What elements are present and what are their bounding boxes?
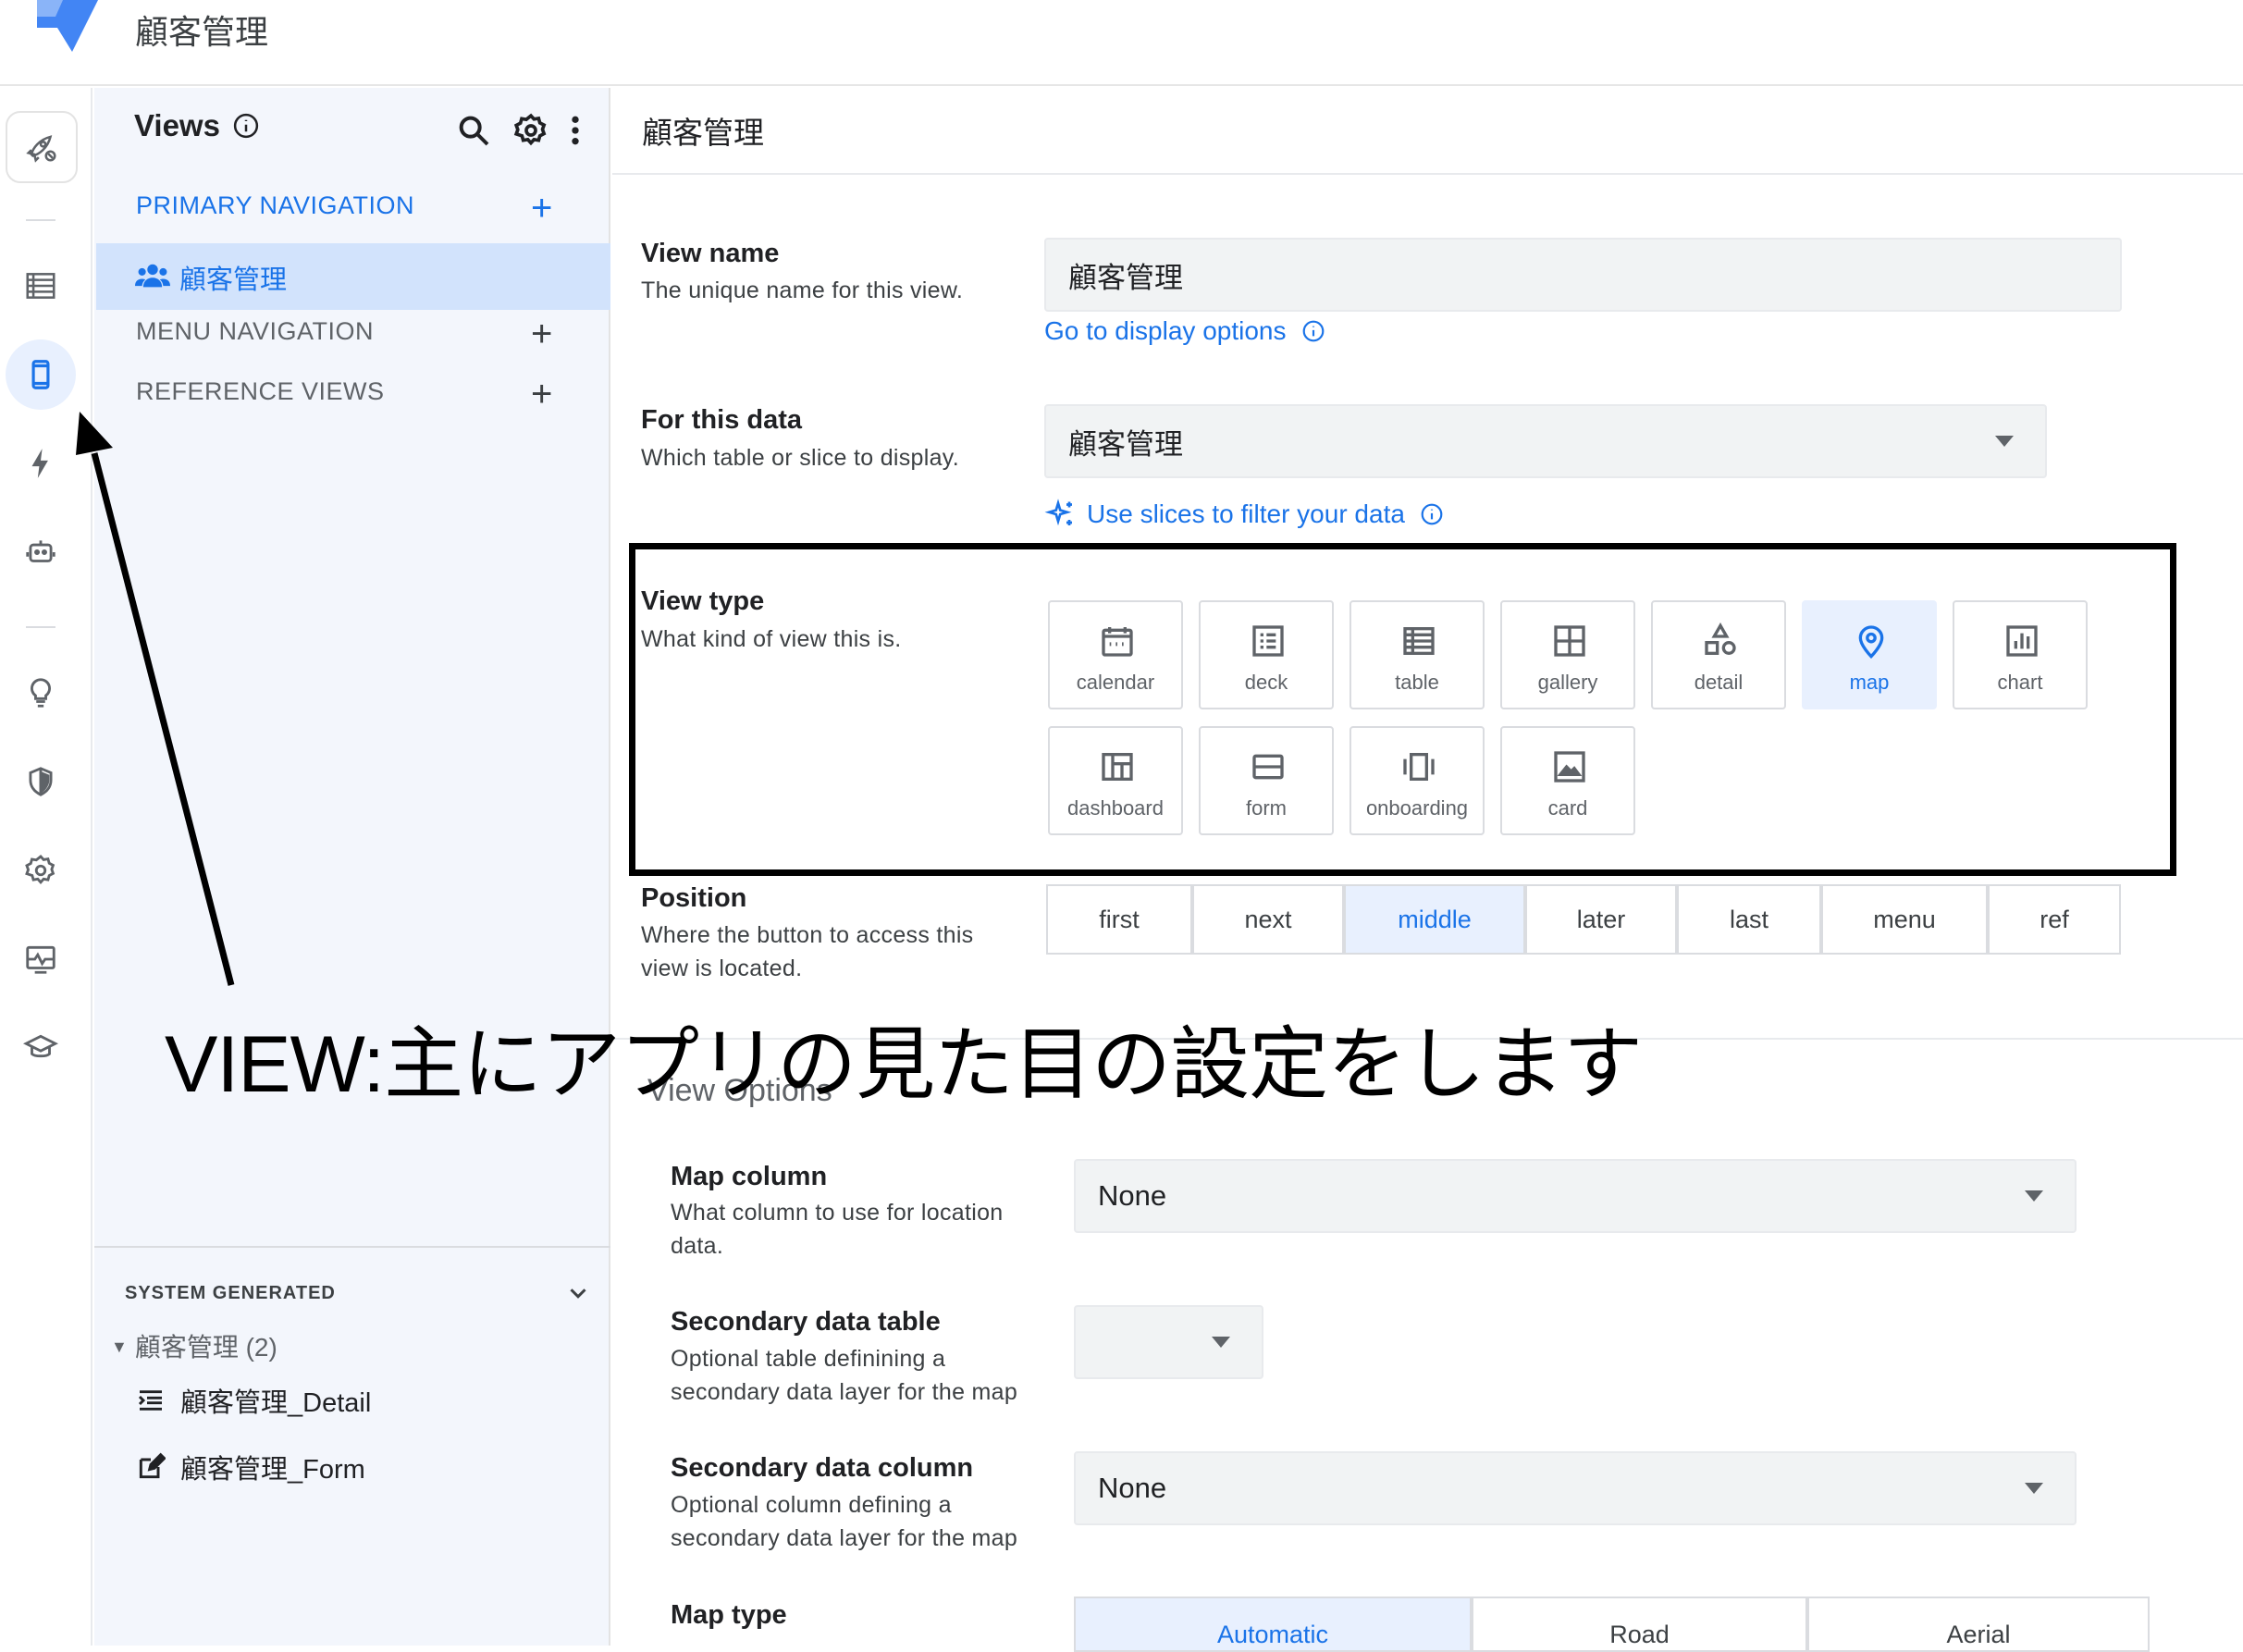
dropdown-caret-icon — [1995, 436, 2014, 447]
rail-divider — [26, 219, 55, 221]
info-icon[interactable] — [232, 112, 260, 140]
map-type-road[interactable]: Road — [1472, 1597, 1807, 1652]
icon-rail — [0, 88, 92, 1646]
view-name-desc: The unique name for this view. — [641, 277, 964, 303]
dropdown-caret-icon — [1212, 1337, 1230, 1348]
search-icon[interactable] — [455, 112, 492, 149]
position-last[interactable]: last — [1677, 884, 1821, 955]
for-data-desc: Which table or slice to display. — [641, 445, 959, 471]
map-column-label: Map column — [671, 1162, 828, 1191]
chevron-down-icon[interactable] — [564, 1279, 592, 1307]
view-name-label: View name — [641, 239, 780, 268]
position-label: Position — [641, 883, 747, 913]
position-ref[interactable]: ref — [1988, 884, 2121, 955]
people-icon — [135, 264, 170, 288]
rail-divider — [26, 626, 55, 628]
for-data-select[interactable]: 顧客管理 — [1044, 404, 2047, 478]
nav-item-kokyaku[interactable]: 顧客管理 — [96, 243, 610, 310]
tree-group-label: 顧客管理 (2) — [134, 1333, 277, 1362]
secondary-table-label: Secondary data table — [671, 1307, 941, 1337]
secondary-table-desc: Optional table definining a secondary da… — [671, 1346, 1018, 1405]
for-data-value: 顧客管理 — [1068, 427, 1183, 461]
dropdown-caret-icon — [2025, 1190, 2043, 1202]
secondary-column-value: None — [1098, 1472, 1167, 1504]
add-reference-view-button[interactable]: + — [531, 376, 552, 413]
shield-icon[interactable] — [6, 746, 76, 817]
bolt-icon[interactable] — [6, 428, 76, 499]
secondary-table-select[interactable] — [1074, 1305, 1263, 1379]
app-logo — [37, 0, 98, 52]
map-type-automatic[interactable]: Automatic — [1074, 1597, 1472, 1652]
reference-views-label: REFERENCE VIEWS — [136, 377, 385, 405]
menu-navigation-label: MENU NAVIGATION — [136, 317, 375, 345]
detail-list-icon — [138, 1390, 162, 1411]
phone-icon[interactable] — [6, 339, 76, 410]
annotation-highlight-box — [629, 543, 2176, 876]
use-slices-link-text: Use slices to filter your data — [1087, 499, 1405, 528]
tree-item-detail[interactable]: 顧客管理_Detail — [136, 1381, 371, 1420]
tree-item-label: 顧客管理_Detail — [180, 1388, 372, 1418]
top-bar: 顧客管理 — [0, 0, 2243, 86]
view-name-value: 顧客管理 — [1068, 261, 1183, 294]
view-name-input[interactable]: 顧客管理 — [1044, 238, 2122, 312]
info-icon[interactable] — [1420, 502, 1444, 526]
info-icon[interactable] — [1301, 319, 1325, 343]
secondary-column-label: Secondary data column — [671, 1453, 974, 1483]
use-slices-link[interactable]: Use slices to filter your data — [1044, 498, 1444, 531]
graduation-icon[interactable] — [6, 1013, 76, 1083]
divider — [612, 173, 2243, 175]
tree-item-label: 顧客管理_Form — [180, 1455, 365, 1485]
views-title: Views — [134, 108, 260, 143]
robot-icon[interactable] — [6, 517, 76, 587]
position-next[interactable]: next — [1192, 884, 1344, 955]
map-column-value: None — [1098, 1179, 1167, 1212]
annotation-text: VIEW:主にアプリの見た目の設定をします — [165, 1020, 1643, 1109]
map-column-select[interactable]: None — [1074, 1159, 2077, 1233]
for-data-label: For this data — [641, 405, 803, 435]
primary-navigation-label: PRIMARY NAVIGATION — [136, 191, 415, 219]
position-desc: Where the button to access this view is … — [641, 922, 974, 981]
tree-item-form[interactable]: 顧客管理_Form — [136, 1448, 365, 1486]
display-options-link-text: Go to display options — [1044, 316, 1287, 345]
caret-down-icon: ▼ — [111, 1338, 128, 1356]
display-options-link[interactable]: Go to display options — [1044, 316, 1325, 346]
table-data-icon[interactable] — [6, 251, 76, 321]
app-title: 顧客管理 — [135, 13, 269, 51]
secondary-column-select[interactable]: None — [1074, 1451, 2077, 1525]
dropdown-caret-icon — [2025, 1483, 2043, 1494]
secondary-column-desc: Optional column defining a secondary dat… — [671, 1492, 1018, 1551]
system-generated-label: SYSTEM GENERATED — [125, 1283, 336, 1303]
map-type-label: Map type — [671, 1600, 787, 1630]
page-title: 顧客管理 — [642, 116, 764, 150]
map-type-aerial[interactable]: Aerial — [1807, 1597, 2150, 1652]
lightbulb-icon[interactable] — [6, 658, 76, 728]
position-first[interactable]: first — [1046, 884, 1192, 955]
more-vert-icon[interactable] — [557, 112, 594, 149]
add-menu-view-button[interactable]: + — [531, 315, 552, 352]
sparkle-icon — [1044, 499, 1072, 526]
divider — [94, 1246, 610, 1248]
position-menu[interactable]: menu — [1821, 884, 1988, 955]
position-later[interactable]: later — [1525, 884, 1677, 955]
add-primary-view-button[interactable]: + — [531, 190, 552, 227]
views-title-text: Views — [134, 108, 220, 142]
gear-icon[interactable] — [6, 835, 76, 906]
map-column-desc: What column to use for location data. — [671, 1200, 1004, 1259]
nav-item-label: 顧客管理 — [179, 265, 288, 295]
tree-group-kokyaku[interactable]: ▼ 顧客管理 (2) — [111, 1327, 277, 1364]
rocket-icon[interactable] — [6, 111, 78, 183]
views-panel: Views PRIMARY NAVIGATION + 顧客管理 MENU NAV… — [94, 88, 610, 1646]
position-middle[interactable]: middle — [1344, 884, 1525, 955]
monitor-icon[interactable] — [6, 924, 76, 994]
gear-icon[interactable] — [512, 112, 549, 149]
edit-form-icon — [139, 1452, 166, 1479]
